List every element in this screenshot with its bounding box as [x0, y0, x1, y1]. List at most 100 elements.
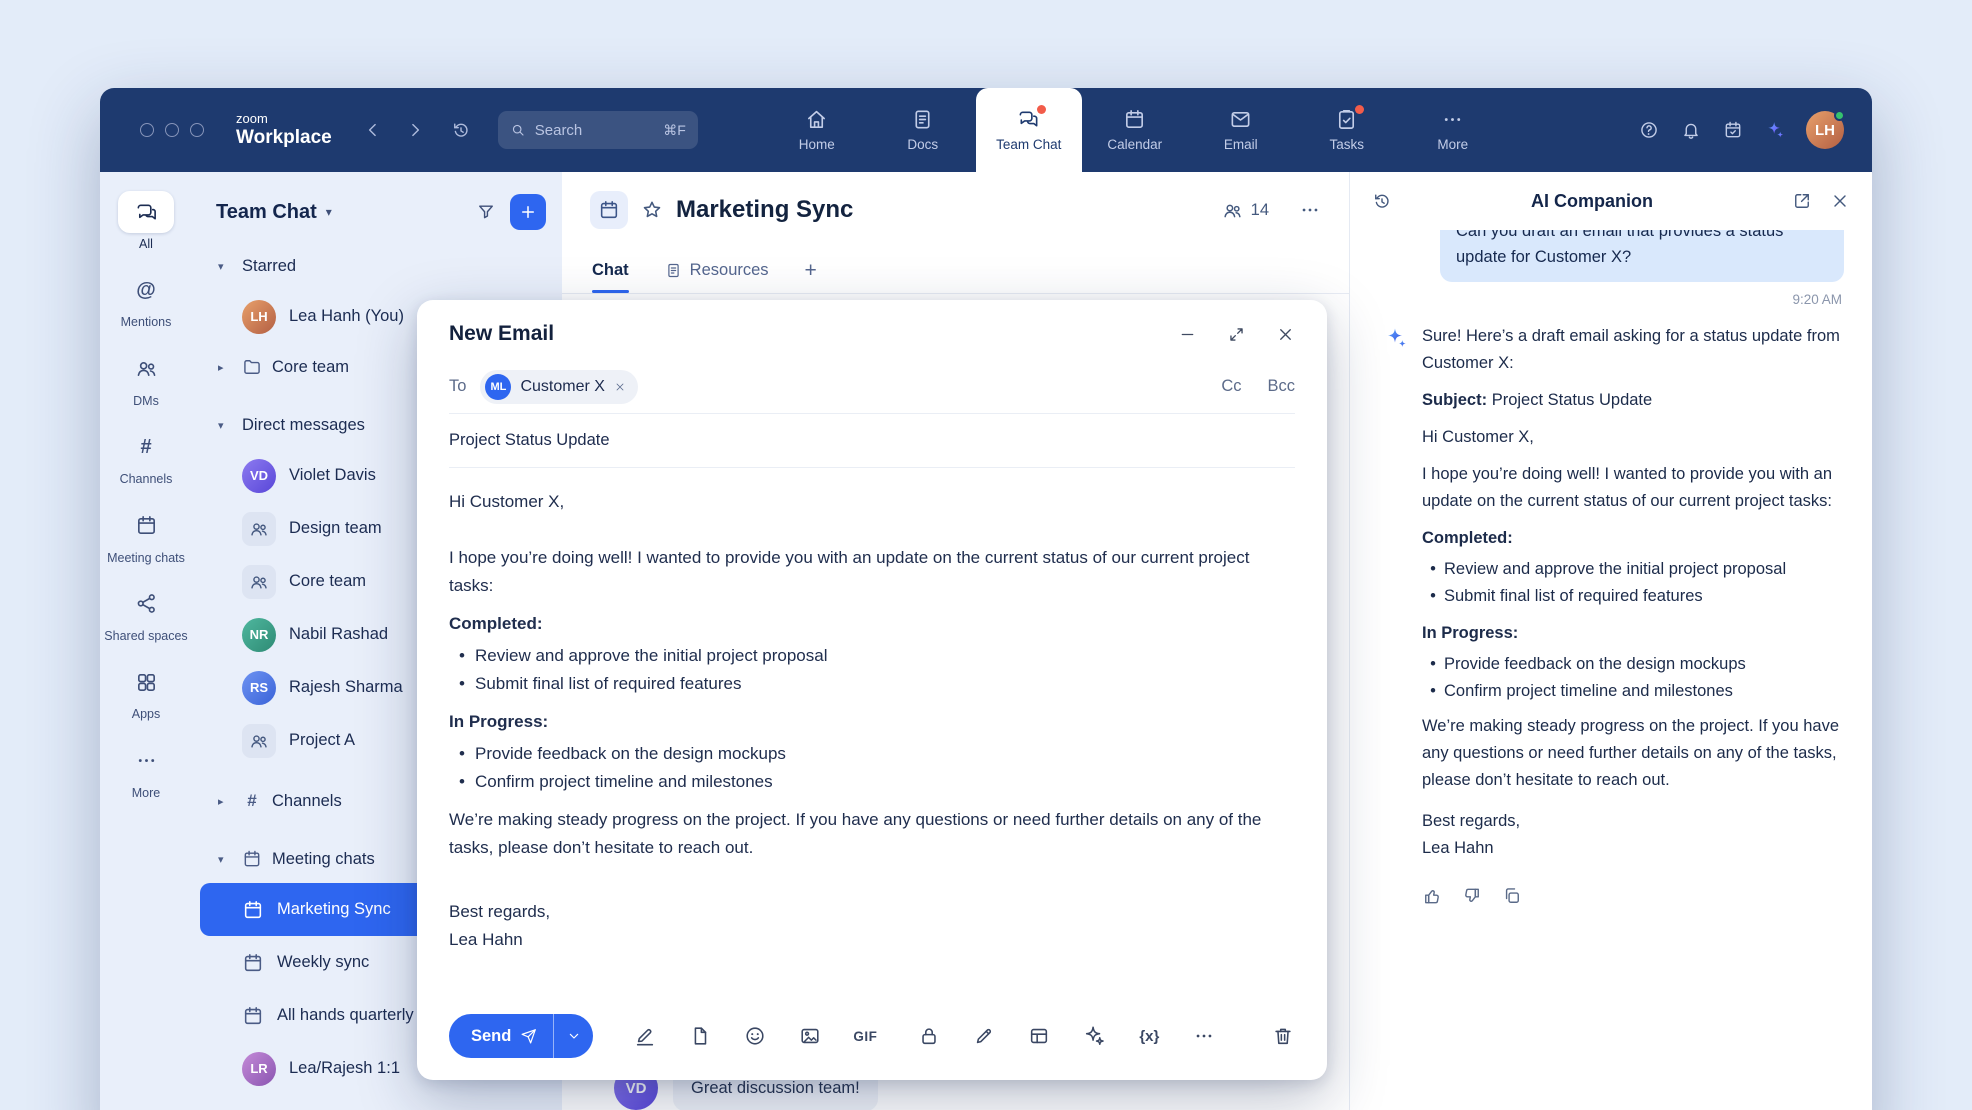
ai-companion-button[interactable] — [1758, 113, 1792, 147]
body-bullet: •Confirm project timeline and milestones — [449, 768, 1295, 796]
copy-button[interactable] — [1502, 886, 1522, 906]
close-panel-button[interactable] — [1830, 191, 1850, 211]
rail-item-channels[interactable]: # Channels — [100, 417, 192, 495]
cc-button[interactable]: Cc — [1221, 377, 1241, 396]
rail-item-apps[interactable]: Apps — [100, 652, 192, 730]
forward-button[interactable] — [398, 113, 432, 147]
encrypt-button[interactable] — [917, 1024, 941, 1048]
nav-label: More — [1437, 137, 1468, 152]
rail-item-mentions[interactable]: @ Mentions — [100, 260, 192, 338]
minimize-button[interactable] — [1178, 325, 1197, 344]
thumbs-up-button[interactable] — [1422, 886, 1442, 906]
apps-grid-icon — [118, 661, 174, 703]
bcc-button[interactable]: Bcc — [1267, 377, 1295, 396]
history-button[interactable] — [444, 113, 478, 147]
chat-list-title-dropdown[interactable]: Team Chat ▾ — [216, 201, 332, 224]
signature-button[interactable] — [633, 1024, 657, 1048]
gif-button[interactable]: GIF — [853, 1024, 877, 1048]
new-chat-button[interactable] — [510, 194, 546, 230]
recipient-chip[interactable]: ML Customer X — [480, 370, 637, 404]
window-minimize-button[interactable] — [165, 123, 179, 137]
calendar-icon — [242, 952, 264, 974]
ai-greeting: Hi Customer X, — [1422, 424, 1844, 451]
ai-bullet: •Confirm project timeline and milestones — [1422, 678, 1844, 705]
rail-item-dms[interactable]: DMs — [100, 339, 192, 417]
tab-chat[interactable]: Chat — [592, 248, 629, 293]
image-button[interactable] — [798, 1024, 822, 1048]
tab-resources[interactable]: Resources — [665, 248, 769, 293]
thumbs-down-button[interactable] — [1462, 886, 1482, 906]
nav-calendar[interactable]: Calendar — [1082, 88, 1188, 172]
remove-recipient-button[interactable] — [614, 381, 626, 393]
people-icon — [118, 348, 174, 390]
help-button[interactable] — [1632, 113, 1666, 147]
rail-label: Apps — [132, 707, 161, 721]
to-label: To — [449, 377, 466, 396]
conversation-history-button[interactable] — [1372, 191, 1392, 211]
edit-button[interactable] — [972, 1024, 996, 1048]
rail-item-meeting-chats[interactable]: Meeting chats — [100, 496, 192, 574]
body-signoff: Best regards, — [449, 898, 1295, 926]
nav-tasks[interactable]: Tasks — [1294, 88, 1400, 172]
ai-compose-button[interactable] — [1082, 1024, 1106, 1048]
chevron-right-icon: ▸ — [218, 361, 232, 374]
nav-home[interactable]: Home — [764, 88, 870, 172]
clock-history-icon — [451, 120, 471, 140]
new-email-dialog: New Email To ML Customer X Cc Bcc Projec… — [417, 300, 1327, 1080]
ai-inprogress-heading: In Progress: — [1422, 620, 1844, 647]
logo-zoom-text: zoom — [236, 112, 332, 127]
send-button[interactable]: Send — [449, 1014, 553, 1058]
members-button[interactable]: 14 — [1222, 200, 1269, 221]
search-input[interactable]: Search ⌘F — [498, 111, 698, 149]
nav-team-chat[interactable]: Team Chat — [976, 88, 1082, 172]
recipient-avatar: ML — [485, 374, 511, 400]
open-in-new-button[interactable] — [1792, 191, 1812, 211]
variables-button[interactable]: {x} — [1137, 1024, 1161, 1048]
nav-label: Calendar — [1107, 137, 1162, 152]
section-starred[interactable]: ▾ Starred — [200, 242, 554, 290]
recipient-row: To ML Customer X Cc Bcc — [449, 360, 1295, 414]
chat-header-actions: 14 — [1222, 199, 1321, 221]
chat-list-header: Team Chat ▾ — [200, 172, 554, 242]
group-icon — [242, 724, 276, 758]
close-button[interactable] — [1276, 325, 1295, 344]
star-button[interactable] — [641, 199, 663, 221]
email-body-editor[interactable]: Hi Customer X, I hope you’re doing well!… — [417, 468, 1327, 998]
topbar: zoom Workplace Search ⌘F Home Docs — [100, 88, 1872, 172]
chat-list-title: Team Chat — [216, 201, 317, 224]
body-completed-heading: Completed: — [449, 610, 1295, 638]
ai-panel-title: AI Companion — [1392, 191, 1792, 212]
add-tab-button[interactable]: + — [805, 259, 817, 283]
nav-email[interactable]: Email — [1188, 88, 1294, 172]
user-avatar[interactable]: LH — [1806, 111, 1844, 149]
notifications-button[interactable] — [1674, 113, 1708, 147]
search-placeholder: Search — [535, 122, 583, 139]
notification-dot — [1355, 105, 1364, 114]
window-close-button[interactable] — [140, 123, 154, 137]
share-nodes-icon — [118, 583, 174, 625]
rail-item-shared-spaces[interactable]: Shared spaces — [100, 574, 192, 652]
ai-feedback-actions — [1422, 886, 1844, 906]
rail-item-all[interactable]: All — [100, 182, 192, 260]
body-inprogress-heading: In Progress: — [449, 708, 1295, 736]
filter-button[interactable] — [476, 202, 496, 222]
layout-button[interactable] — [1027, 1024, 1051, 1048]
chat-header: Marketing Sync 14 — [562, 172, 1349, 248]
schedule-button[interactable] — [1716, 113, 1750, 147]
nav-docs[interactable]: Docs — [870, 88, 976, 172]
subject-field[interactable]: Project Status Update — [449, 414, 1295, 468]
nav-more[interactable]: More — [1400, 88, 1506, 172]
back-button[interactable] — [356, 113, 390, 147]
chat-more-button[interactable] — [1299, 199, 1321, 221]
discard-draft-button[interactable] — [1271, 1024, 1295, 1048]
more-options-button[interactable] — [1192, 1024, 1216, 1048]
chevron-down-icon: ▾ — [326, 205, 332, 219]
more-icon — [1441, 108, 1464, 131]
template-button[interactable] — [688, 1024, 712, 1048]
calendar-icon — [118, 505, 174, 547]
send-options-button[interactable] — [553, 1014, 593, 1058]
emoji-button[interactable] — [743, 1024, 767, 1048]
expand-button[interactable] — [1227, 325, 1246, 344]
window-zoom-button[interactable] — [190, 123, 204, 137]
rail-item-more[interactable]: More — [100, 731, 192, 809]
